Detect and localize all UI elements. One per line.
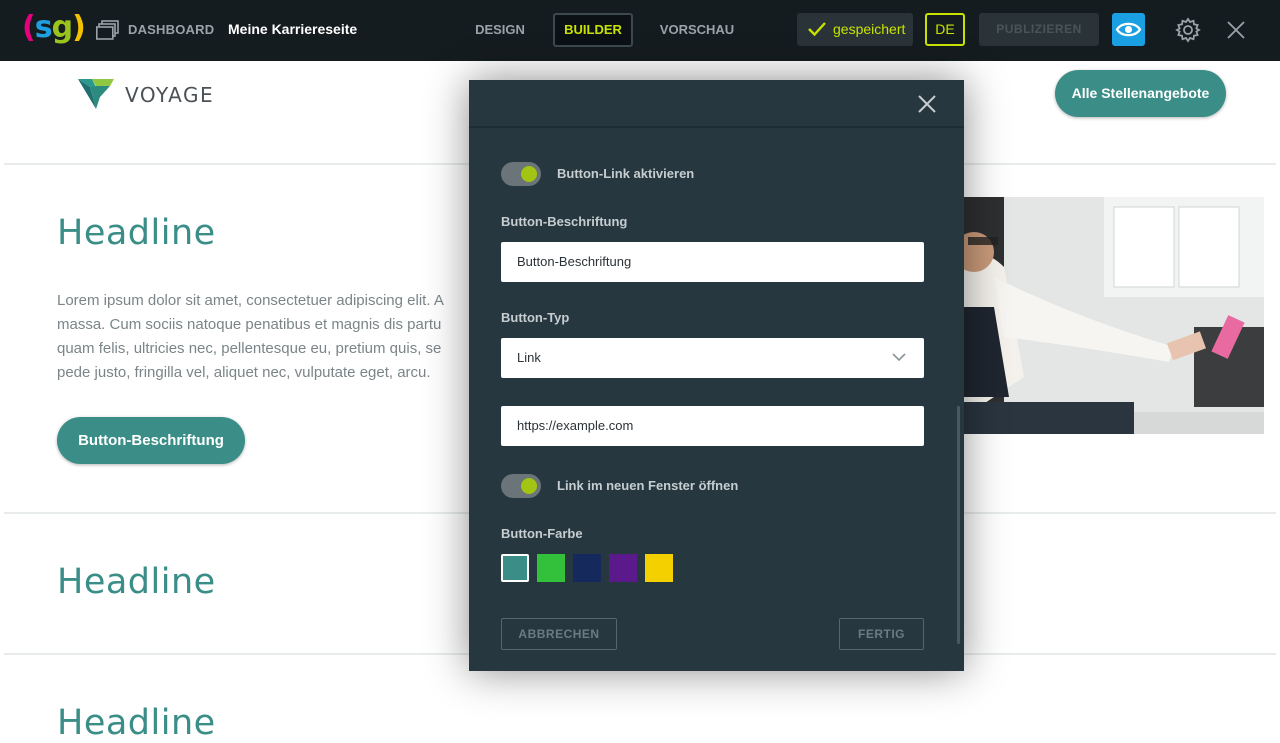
button-type-value: Link <box>517 350 541 365</box>
app-logo[interactable]: (sg) <box>22 10 86 45</box>
caption-input[interactable]: Button-Beschriftung <box>501 242 924 282</box>
saved-status: gespeichert <box>797 13 913 46</box>
button-link-toggle[interactable] <box>501 162 541 186</box>
body-line: massa. Cum sociis natoque penatibus et m… <box>57 316 442 333</box>
color-swatch-purple[interactable] <box>609 554 637 582</box>
tab-design[interactable]: DESIGN <box>470 13 530 47</box>
body-line: pede justo, fringilla vel, aliquet nec, … <box>57 364 431 381</box>
color-swatch-green[interactable] <box>537 554 565 582</box>
toggle-knob <box>521 166 537 182</box>
gear-icon[interactable] <box>1175 17 1201 43</box>
preview-button[interactable] <box>1112 13 1145 46</box>
caption-label: Button-Beschriftung <box>501 214 628 229</box>
close-icon[interactable] <box>917 94 937 114</box>
tab-vorschau[interactable]: VORSCHAU <box>655 13 739 47</box>
body-line: quam felis, ultricies nec, pellentesque … <box>57 340 442 357</box>
button-type-label: Button-Typ <box>501 310 570 325</box>
voyage-logo-icon <box>78 77 114 116</box>
chevron-down-icon <box>892 353 906 362</box>
dashboard-link[interactable]: DASHBOARD <box>128 22 214 37</box>
publish-button[interactable]: PUBLIZIEREN <box>979 13 1099 46</box>
button-type-select[interactable]: Link <box>501 338 924 378</box>
section-cta-button[interactable]: Button-Beschriftung <box>57 417 245 464</box>
color-swatch-teal[interactable] <box>501 554 529 582</box>
toggle-knob <box>521 478 537 494</box>
new-window-toggle-label: Link im neuen Fenster öffnen <box>557 478 739 493</box>
section-photo[interactable] <box>964 197 1264 434</box>
section-headline[interactable]: Headline <box>57 562 216 602</box>
close-icon[interactable] <box>1226 20 1246 40</box>
button-link-toggle-label: Button-Link aktivieren <box>557 166 695 181</box>
dashboard-icon[interactable] <box>96 20 120 40</box>
button-settings-dialog: Button-Link aktivieren Button-Beschriftu… <box>469 80 964 671</box>
color-swatch-navy[interactable] <box>573 554 601 582</box>
language-button[interactable]: DE <box>925 13 965 46</box>
brand-name: VOYAGE <box>125 83 215 107</box>
button-color-label: Button-Farbe <box>501 526 583 541</box>
new-window-toggle[interactable] <box>501 474 541 498</box>
section-headline[interactable]: Headline <box>57 213 216 253</box>
body-line: Lorem ipsum dolor sit amet, consectetuer… <box>57 292 444 309</box>
done-button[interactable]: FERTIG <box>839 618 924 650</box>
top-toolbar: (sg) DASHBOARD Meine Karriereseite DESIG… <box>0 0 1280 61</box>
check-icon <box>808 22 826 37</box>
all-jobs-button[interactable]: Alle Stellenangebote <box>1055 70 1226 117</box>
dialog-header <box>469 80 964 128</box>
cancel-button[interactable]: ABBRECHEN <box>501 618 617 650</box>
tab-builder[interactable]: BUILDER <box>553 13 633 47</box>
section-headline[interactable]: Headline <box>57 703 216 743</box>
saved-label: gespeichert <box>833 21 906 37</box>
site-title: Meine Karriereseite <box>228 21 358 37</box>
url-input[interactable]: https://example.com <box>501 406 924 446</box>
section-body-text[interactable]: Lorem ipsum dolor sit amet, consectetuer… <box>57 289 477 389</box>
eye-icon <box>1115 22 1142 37</box>
dialog-scrollbar[interactable] <box>957 406 960 644</box>
color-swatch-yellow[interactable] <box>645 554 673 582</box>
